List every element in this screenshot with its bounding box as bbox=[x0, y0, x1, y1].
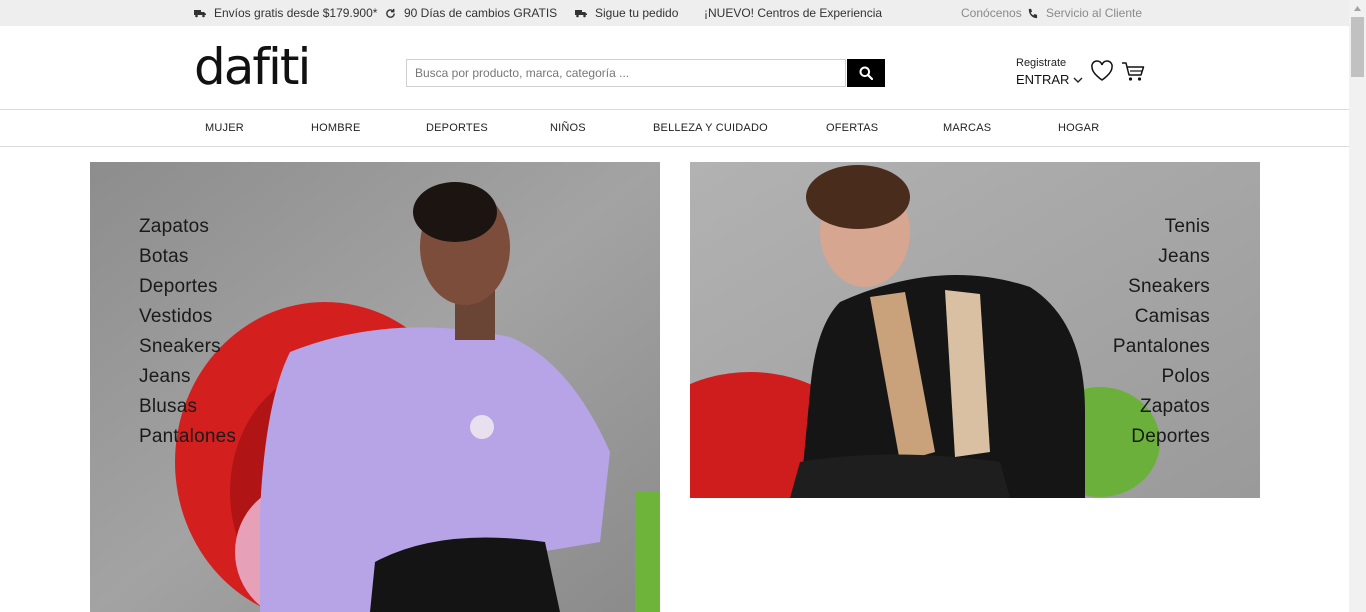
cart-icon[interactable] bbox=[1121, 62, 1145, 82]
about-link[interactable]: Conócenos bbox=[961, 0, 1022, 26]
men-link-camisas[interactable]: Camisas bbox=[1113, 302, 1210, 332]
customer-service-text: Servicio al Cliente bbox=[1046, 6, 1143, 20]
returns-text: 90 Días de cambios GRATIS bbox=[404, 6, 558, 20]
nav-item-ofertas[interactable]: OFERTAS bbox=[826, 110, 878, 146]
women-link-botas[interactable]: Botas bbox=[139, 242, 236, 272]
nav-item-hombre[interactable]: HOMBRE bbox=[311, 110, 360, 146]
women-link-zapatos[interactable]: Zapatos bbox=[139, 212, 236, 242]
men-banner[interactable]: Tenis Jeans Sneakers Camisas Pantalones … bbox=[690, 162, 1260, 498]
returns-link[interactable]: 90 Días de cambios GRATIS bbox=[385, 0, 557, 26]
men-link-deportes[interactable]: Deportes bbox=[1113, 422, 1210, 452]
login-dropdown[interactable]: ENTRAR bbox=[1016, 71, 1083, 89]
men-link-tenis[interactable]: Tenis bbox=[1113, 212, 1210, 242]
about-text: Conócenos bbox=[961, 6, 1022, 20]
men-link-polos[interactable]: Polos bbox=[1113, 362, 1210, 392]
top-utility-bar: Envíos gratis desde $179.900* 90 Días de… bbox=[0, 0, 1349, 26]
men-link-jeans[interactable]: Jeans bbox=[1113, 242, 1210, 272]
search-button[interactable] bbox=[847, 59, 885, 87]
experience-centers-link[interactable]: ¡NUEVO! Centros de Experiencia bbox=[704, 0, 882, 26]
dafiti-logo[interactable]: dafiti bbox=[194, 42, 311, 92]
scrollbar-thumb[interactable] bbox=[1351, 17, 1364, 77]
register-link[interactable]: Registrate bbox=[1016, 57, 1083, 70]
nav-item-ninos[interactable]: NIÑOS bbox=[550, 110, 586, 146]
category-nav: MUJER HOMBRE DEPORTES NIÑOS BELLEZA Y CU… bbox=[0, 110, 1349, 147]
men-category-links: Tenis Jeans Sneakers Camisas Pantalones … bbox=[1113, 212, 1210, 452]
nav-item-deportes[interactable]: DEPORTES bbox=[426, 110, 488, 146]
page-scrollbar[interactable] bbox=[1349, 0, 1366, 612]
women-link-vestidos[interactable]: Vestidos bbox=[139, 302, 236, 332]
experience-centers-text: ¡NUEVO! Centros de Experiencia bbox=[704, 6, 883, 20]
nav-item-belleza[interactable]: BELLEZA Y CUIDADO bbox=[653, 110, 768, 146]
customer-service-link[interactable]: Servicio al Cliente bbox=[1027, 0, 1142, 26]
phone-icon bbox=[1028, 8, 1038, 18]
nav-item-hogar[interactable]: HOGAR bbox=[1058, 110, 1099, 146]
search-input[interactable] bbox=[406, 59, 846, 87]
women-link-jeans[interactable]: Jeans bbox=[139, 362, 236, 392]
free-shipping-text: Envíos gratis desde $179.900* bbox=[214, 6, 378, 20]
nav-item-mujer[interactable]: MUJER bbox=[205, 110, 244, 146]
women-category-links: Zapatos Botas Deportes Vestidos Sneakers… bbox=[139, 212, 236, 452]
scroll-up-arrow[interactable] bbox=[1349, 0, 1366, 17]
women-link-sneakers[interactable]: Sneakers bbox=[139, 332, 236, 362]
men-link-zapatos[interactable]: Zapatos bbox=[1113, 392, 1210, 422]
truck-icon bbox=[194, 9, 206, 17]
women-link-blusas[interactable]: Blusas bbox=[139, 392, 236, 422]
truck-icon bbox=[575, 9, 587, 17]
track-order-link[interactable]: Sigue tu pedido bbox=[575, 0, 678, 26]
women-link-deportes[interactable]: Deportes bbox=[139, 272, 236, 302]
site-header: dafiti Registrate ENTRAR bbox=[0, 26, 1349, 110]
refresh-icon bbox=[386, 8, 395, 18]
chevron-down-icon bbox=[1073, 77, 1083, 83]
track-order-text: Sigue tu pedido bbox=[595, 6, 679, 20]
men-link-sneakers[interactable]: Sneakers bbox=[1113, 272, 1210, 302]
login-label: ENTRAR bbox=[1016, 72, 1070, 87]
chevron-up-icon bbox=[1354, 6, 1361, 11]
search-icon bbox=[859, 66, 873, 80]
free-shipping-link[interactable]: Envíos gratis desde $179.900* bbox=[194, 0, 377, 26]
heart-icon[interactable] bbox=[1090, 60, 1114, 82]
women-link-pantalones[interactable]: Pantalones bbox=[139, 422, 236, 452]
men-link-pantalones[interactable]: Pantalones bbox=[1113, 332, 1210, 362]
nav-item-marcas[interactable]: MARCAS bbox=[943, 110, 991, 146]
women-banner[interactable]: Zapatos Botas Deportes Vestidos Sneakers… bbox=[90, 162, 660, 612]
account-menu[interactable]: Registrate ENTRAR bbox=[1016, 57, 1083, 89]
